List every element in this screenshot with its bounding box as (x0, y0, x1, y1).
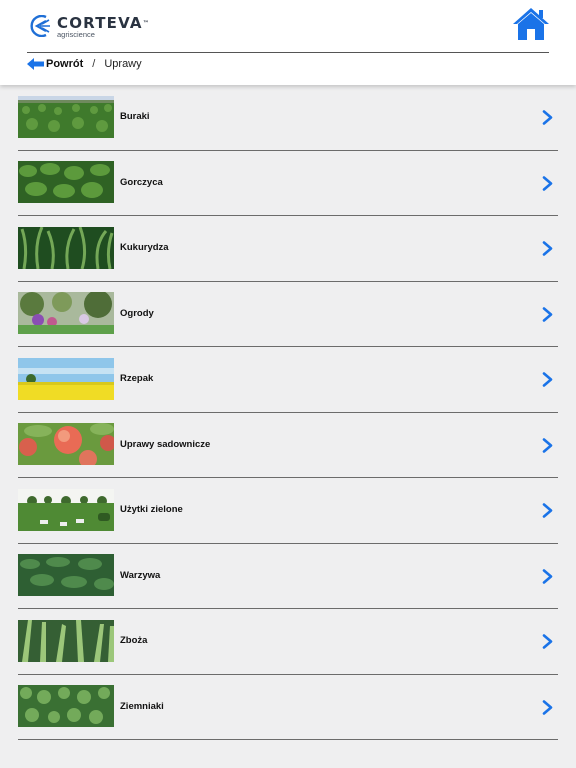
crop-item-uzytki-zielone[interactable]: Użytki zielone (18, 478, 558, 544)
crop-thumbnail (18, 423, 114, 465)
crop-item-kukurydza[interactable]: Kukurydza (18, 216, 558, 282)
back-label: Powrót (46, 58, 84, 70)
crop-thumbnail (18, 95, 114, 138)
breadcrumb: Powrót / Uprawy (27, 57, 142, 71)
back-arrow-icon (27, 58, 44, 70)
home-icon (513, 8, 549, 40)
crop-label: Użytki zielone (120, 504, 183, 515)
crop-thumbnail (18, 488, 114, 531)
crop-thumbnail (18, 685, 114, 727)
chevron-right-icon (542, 175, 553, 191)
chevron-right-icon (542, 437, 553, 453)
crop-thumbnail (18, 292, 114, 334)
crop-item-zboza[interactable]: Zboża (18, 609, 558, 675)
logo-subtitle: agriscience (57, 30, 95, 39)
crop-item-gorczyca[interactable]: Gorczyca (18, 151, 558, 216)
crop-item-ziemniaki[interactable]: Ziemniaki (18, 675, 558, 740)
crop-label: Gorczyca (120, 176, 163, 188)
corteva-logo-mark (30, 15, 50, 37)
chevron-right-icon (542, 372, 553, 387)
chevron-right-icon (542, 568, 553, 584)
chevron-right-icon (542, 306, 553, 322)
chevron-right-icon (542, 699, 553, 715)
crop-thumbnail (18, 226, 114, 269)
chevron-right-icon (542, 110, 553, 125)
crop-label: Kukurydza (120, 242, 169, 253)
crop-thumbnail (18, 161, 114, 203)
crop-thumbnail (18, 357, 114, 400)
back-button[interactable]: Powrót (27, 58, 83, 70)
crop-label: Uprawy sadownicze (120, 438, 211, 450)
crop-list: Buraki Gorczyca Kukurydza Ogrody Rzepak … (18, 85, 558, 740)
crop-item-buraki[interactable]: Buraki (18, 85, 558, 151)
crop-label: Zboża (120, 635, 148, 646)
crop-label: Buraki (120, 111, 150, 122)
crop-label: Rzepak (120, 373, 154, 384)
corteva-logo: CORTEVA™ agriscience (29, 15, 149, 41)
crop-label: Ziemniaki (120, 700, 164, 712)
crop-label: Ogrody (120, 307, 154, 319)
crop-item-rzepak[interactable]: Rzepak (18, 347, 558, 413)
home-button[interactable] (512, 7, 550, 41)
chevron-right-icon (542, 634, 553, 649)
breadcrumb-current: Uprawy (104, 58, 142, 70)
crop-thumbnail (18, 619, 114, 662)
crop-thumbnail (18, 554, 114, 596)
chevron-right-icon (542, 503, 553, 518)
crop-item-warzywa[interactable]: Warzywa (18, 544, 558, 609)
crop-label: Warzywa (120, 569, 161, 581)
breadcrumb-separator: / (92, 58, 96, 70)
crop-item-ogrody[interactable]: Ogrody (18, 282, 558, 347)
chevron-right-icon (542, 241, 553, 256)
header-divider (27, 52, 549, 53)
app-header: CORTEVA™ agriscience Powrót / Uprawy (0, 0, 576, 85)
crop-item-uprawy-sadownicze[interactable]: Uprawy sadownicze (18, 413, 558, 478)
